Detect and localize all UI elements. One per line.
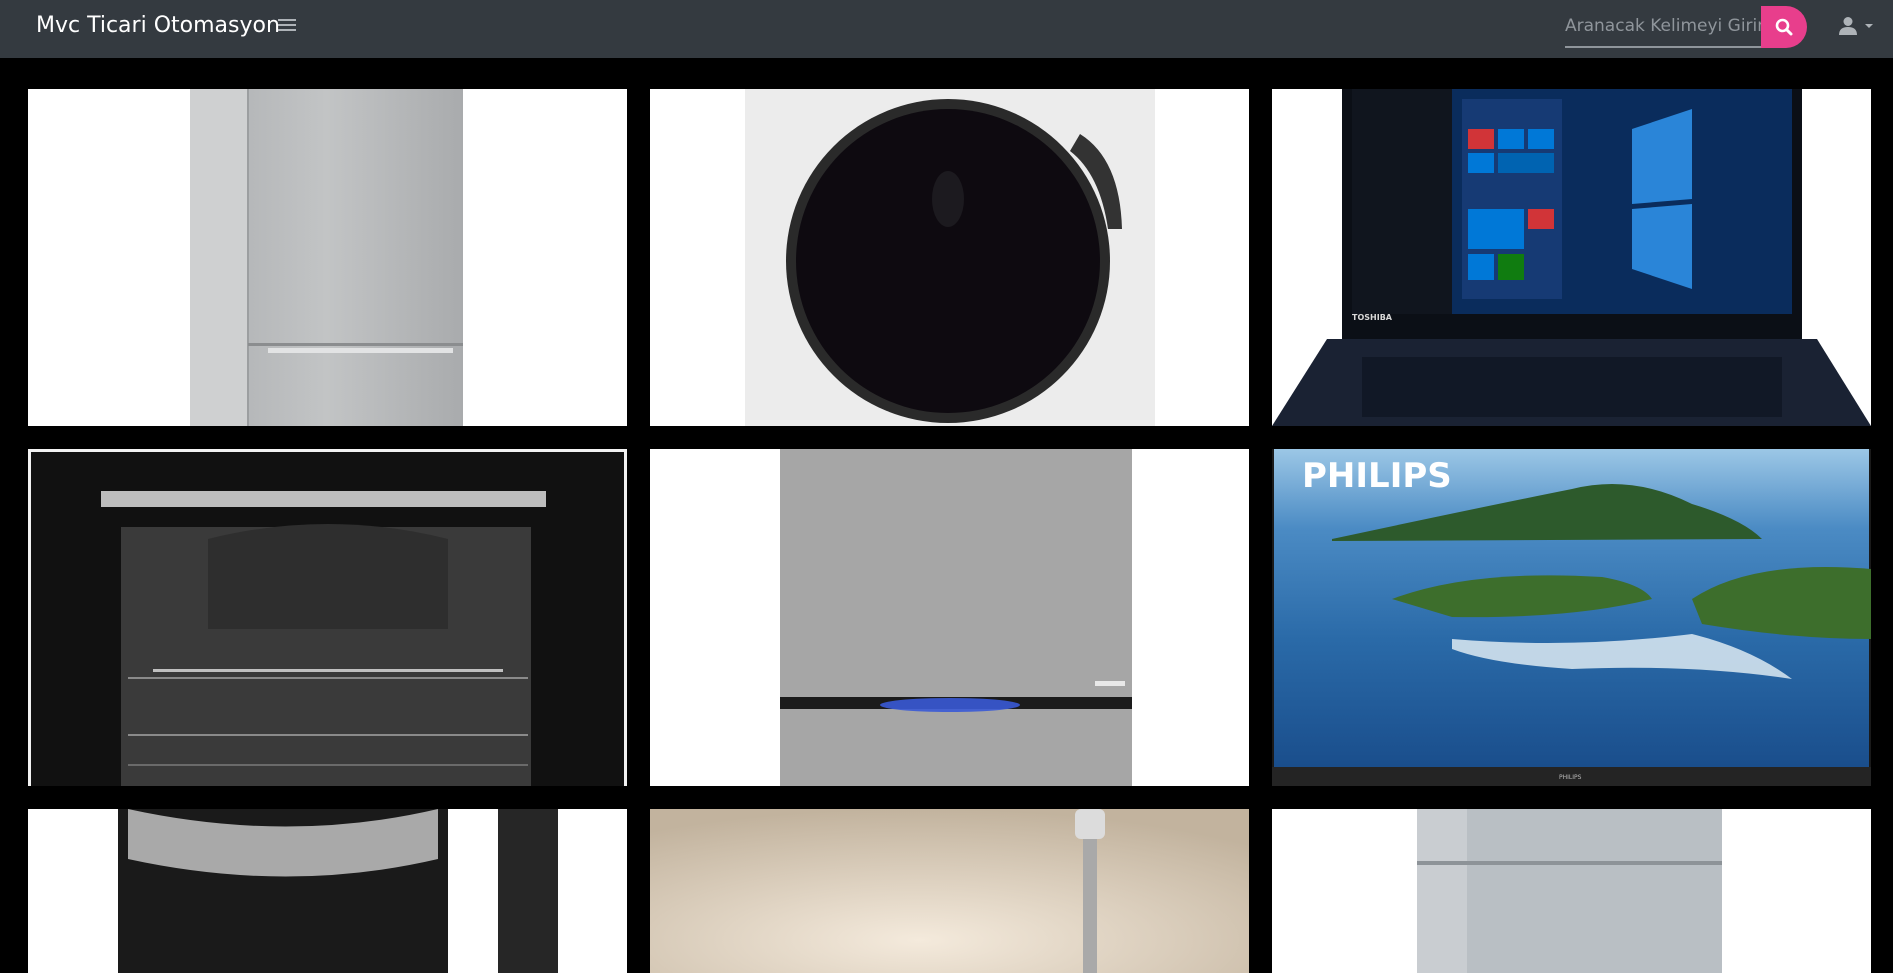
product-image [650,809,1249,973]
search-input[interactable] [1565,6,1761,48]
product-card-floor-lamp[interactable] [650,809,1249,973]
product-image [28,89,627,426]
user-icon [1839,17,1857,35]
brand-title[interactable]: Mvc Ticari Otomasyon [36,12,280,40]
search-form [1565,6,1807,48]
product-card-refrigerator-2[interactable] [650,449,1249,786]
product-image [650,449,1249,786]
product-image [28,449,627,786]
product-image [650,89,1249,426]
product-card-laptop[interactable]: TOSHIBA [1272,89,1871,426]
search-icon [1775,18,1793,36]
chevron-down-icon [1865,24,1873,28]
product-card-refrigerator-3[interactable] [1272,809,1871,973]
product-card-refrigerator-1[interactable] [28,89,627,426]
product-card-kettle[interactable] [28,809,627,973]
search-button[interactable] [1761,6,1807,48]
product-card-washing-machine[interactable] [650,89,1249,426]
user-dropdown[interactable] [1838,15,1876,37]
top-navbar: Mvc Ticari Otomasyon [0,0,1893,58]
laptop-brand-label: TOSHIBA [1352,313,1393,322]
product-image: TOSHIBA [1272,89,1871,426]
product-image [28,809,627,973]
product-image [1272,809,1871,973]
hamburger-icon[interactable] [278,16,296,38]
product-card-tv[interactable]: PHILIPS PHILIPS [1272,449,1871,786]
product-card-oven[interactable] [28,449,627,786]
tv-stand-label: PHILIPS [1559,774,1582,781]
tv-brand-label: PHILIPS [1302,456,1452,496]
product-image: PHILIPS PHILIPS [1272,449,1871,786]
